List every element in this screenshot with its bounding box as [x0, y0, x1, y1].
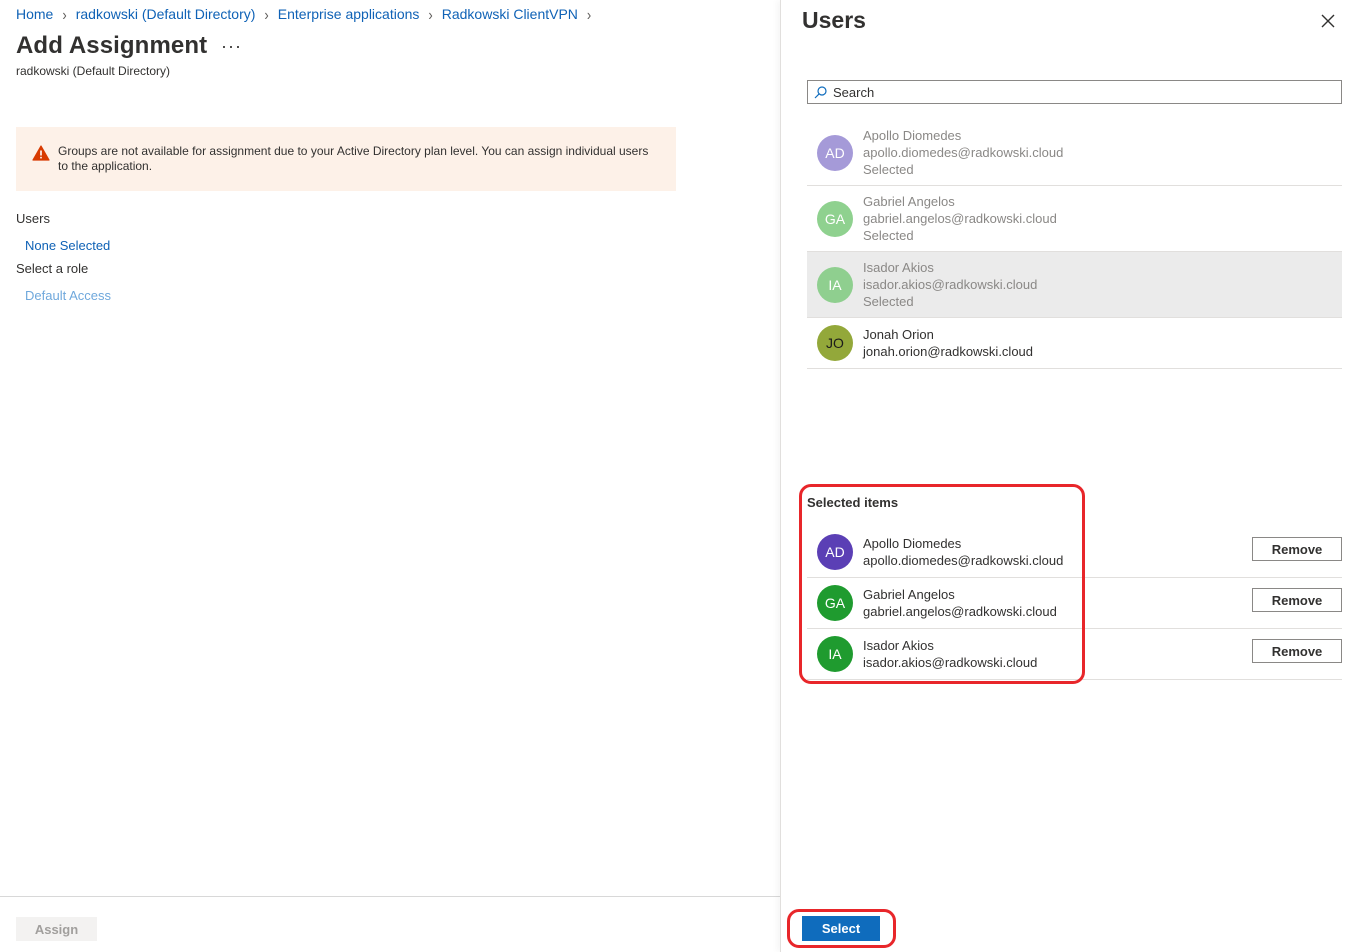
user-list-item[interactable]: JO Jonah Orion jonah.orion@radkowski.clo…: [807, 318, 1342, 369]
search-input[interactable]: [833, 84, 1333, 100]
user-list-item[interactable]: GA Gabriel Angelos gabriel.angelos@radko…: [807, 186, 1342, 252]
select-button[interactable]: Select: [802, 916, 880, 941]
selected-item: AD Apollo Diomedes apollo.diomedes@radko…: [807, 527, 1342, 578]
user-email: isador.akios@radkowski.cloud: [863, 277, 1038, 292]
remove-button[interactable]: Remove: [1252, 588, 1342, 612]
chevron-right-icon: ›: [586, 5, 592, 23]
avatar: AD: [817, 134, 853, 171]
chevron-right-icon: ›: [428, 5, 433, 23]
user-email: gabriel.angelos@radkowski.cloud: [863, 211, 1057, 226]
user-status: Selected: [863, 294, 914, 309]
selected-items-heading: Selected items: [807, 495, 899, 510]
user-status: Selected: [863, 162, 914, 177]
user-name: Apollo Diomedes: [863, 128, 962, 143]
users-none-selected-link[interactable]: None Selected: [25, 238, 110, 253]
user-name: Gabriel Angelos: [863, 587, 955, 602]
user-name: Jonah Orion: [863, 327, 934, 342]
user-email: isador.akios@radkowski.cloud: [863, 655, 1038, 670]
user-status: Selected: [863, 228, 914, 243]
user-email: apollo.diomedes@radkowski.cloud: [863, 553, 1064, 568]
user-name: Gabriel Angelos: [863, 194, 955, 209]
search-box[interactable]: [807, 80, 1342, 104]
avatar: AD: [817, 534, 853, 570]
selected-item: GA Gabriel Angelos gabriel.angelos@radko…: [807, 578, 1342, 629]
user-email: apollo.diomedes@radkowski.cloud: [863, 145, 1064, 160]
users-blade: Users AD Apollo Diomedes apollo.diomedes…: [780, 0, 1354, 952]
more-options-icon[interactable]: ···: [221, 36, 242, 57]
user-name: Isador Akios: [863, 638, 934, 653]
avatar: GA: [817, 585, 853, 621]
user-email: jonah.orion@radkowski.cloud: [863, 344, 1034, 359]
remove-button[interactable]: Remove: [1252, 639, 1342, 663]
user-name: Isador Akios: [863, 260, 934, 275]
avatar: JO: [817, 325, 853, 361]
chevron-right-icon: ›: [62, 5, 67, 23]
user-email: gabriel.angelos@radkowski.cloud: [863, 604, 1057, 619]
page-title: Add Assignment: [16, 32, 208, 59]
selected-item: IA Isador Akios isador.akios@radkowski.c…: [807, 629, 1342, 680]
chevron-right-icon: ›: [264, 5, 269, 23]
user-list-item[interactable]: AD Apollo Diomedes apollo.diomedes@radko…: [807, 120, 1342, 186]
add-assignment-page: Home › radkowski (Default Directory) › E…: [0, 0, 780, 952]
warning-text: Groups are not available for assignment …: [58, 144, 649, 173]
breadcrumb-enterprise-applications[interactable]: Enterprise applications: [278, 6, 420, 22]
close-icon[interactable]: [1319, 12, 1337, 30]
breadcrumb: Home › radkowski (Default Directory) › E…: [16, 5, 600, 23]
user-name: Apollo Diomedes: [863, 536, 962, 551]
warning-triangle-icon: [32, 145, 50, 161]
page-subtitle: radkowski (Default Directory): [16, 64, 171, 78]
breadcrumb-home[interactable]: Home: [16, 6, 53, 22]
user-list-item[interactable]: IA Isador Akios isador.akios@radkowski.c…: [807, 252, 1342, 318]
footer-bar: Assign: [0, 896, 780, 952]
blade-title: Users: [802, 7, 866, 33]
avatar: GA: [817, 200, 853, 237]
breadcrumb-directory[interactable]: radkowski (Default Directory): [76, 6, 256, 22]
avatar: IA: [817, 636, 853, 672]
role-default-access-link[interactable]: Default Access: [25, 288, 111, 303]
role-label: Select a role: [16, 261, 89, 276]
assign-button[interactable]: Assign: [16, 917, 97, 941]
warning-banner: Groups are not available for assignment …: [16, 127, 676, 191]
breadcrumb-app[interactable]: Radkowski ClientVPN: [442, 6, 578, 22]
remove-button[interactable]: Remove: [1252, 537, 1342, 561]
avatar: IA: [817, 266, 853, 303]
users-label: Users: [16, 211, 50, 226]
search-icon: [814, 85, 827, 98]
